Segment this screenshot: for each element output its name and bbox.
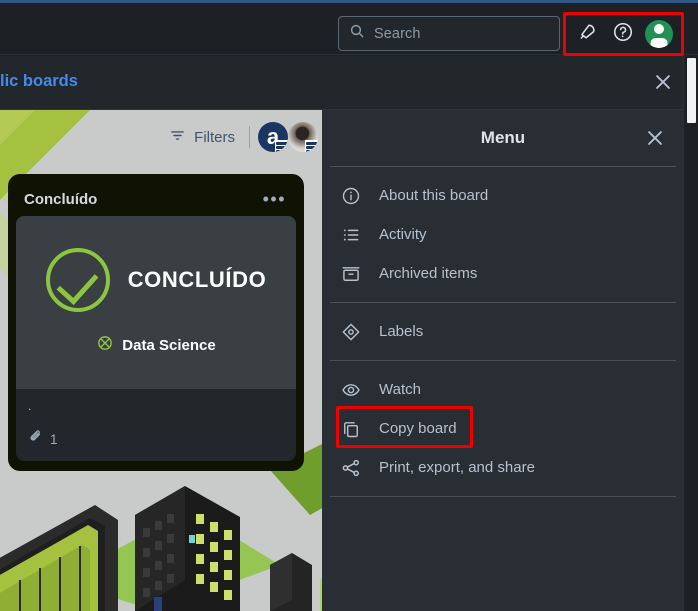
card-title: . bbox=[28, 399, 32, 413]
info-circle-icon bbox=[340, 185, 362, 207]
list-header: Concluído ••• bbox=[16, 182, 296, 216]
activity-list-icon bbox=[340, 224, 362, 246]
paperclip-icon bbox=[28, 429, 43, 449]
menu-divider bbox=[330, 496, 676, 497]
filters-label: Filters bbox=[194, 128, 235, 146]
menu-item-label: Archived items bbox=[379, 265, 478, 282]
check-circle-icon bbox=[45, 248, 110, 312]
menu-title: Menu bbox=[480, 128, 526, 147]
board-menu-panel: Menu About this board Activity Archived … bbox=[322, 110, 684, 611]
card-cover-subtitle: Data Science bbox=[122, 337, 216, 354]
share-nodes-icon bbox=[340, 457, 362, 479]
card-badges: 1 bbox=[28, 429, 286, 449]
search-input[interactable]: Search bbox=[338, 16, 560, 51]
search-icon bbox=[349, 23, 365, 44]
menu-item-label: Activity bbox=[379, 226, 427, 243]
archive-box-icon bbox=[340, 263, 362, 285]
card-cover: CONCLUÍDO Data Science bbox=[16, 216, 296, 389]
member-avatar-photo[interactable] bbox=[288, 122, 318, 152]
notifications-button[interactable] bbox=[573, 20, 601, 48]
banner-link[interactable]: lic boards bbox=[0, 72, 78, 91]
eye-watch-icon bbox=[340, 379, 362, 401]
public-boards-banner: lic boards bbox=[0, 56, 698, 110]
menu-group-board: About this board Activity Archived items bbox=[322, 167, 684, 302]
close-icon bbox=[648, 131, 662, 145]
global-topbar: Search bbox=[0, 3, 698, 56]
menu-header: Menu bbox=[322, 110, 684, 166]
help-button[interactable] bbox=[609, 20, 637, 48]
close-icon bbox=[652, 71, 674, 98]
menu-item-print-export-share[interactable]: Print, export, and share bbox=[322, 448, 684, 487]
label-tag-icon bbox=[340, 321, 362, 343]
premium-badge-icon bbox=[305, 140, 318, 152]
board-members: a bbox=[258, 122, 318, 152]
premium-badge-icon bbox=[275, 140, 288, 152]
banner-close-button[interactable] bbox=[648, 69, 678, 99]
page-scrollbar[interactable] bbox=[684, 56, 698, 611]
filter-icon bbox=[169, 127, 186, 148]
menu-item-watch[interactable]: Watch bbox=[322, 370, 684, 409]
menu-item-about-this-board[interactable]: About this board bbox=[322, 176, 684, 215]
list-title: Concluído bbox=[24, 190, 98, 208]
notification-bell-icon bbox=[577, 21, 598, 47]
search-placeholder-text: Search bbox=[374, 25, 421, 42]
page-scrollbar-thumb[interactable] bbox=[687, 58, 696, 123]
menu-item-labels[interactable]: Labels bbox=[322, 312, 684, 351]
toolbar-divider bbox=[249, 126, 250, 148]
menu-item-label: Watch bbox=[379, 381, 421, 398]
help-circle-icon bbox=[612, 21, 634, 48]
app-root: Search lic boards Filters a Concluído ••… bbox=[0, 0, 698, 611]
atom-icon bbox=[96, 334, 114, 357]
menu-item-label: About this board bbox=[379, 187, 489, 204]
filters-button[interactable]: Filters bbox=[163, 123, 241, 152]
menu-item-label: Labels bbox=[379, 323, 424, 340]
board-list-column: Concluído ••• CONCLUÍDO Data Science . 1 bbox=[8, 174, 304, 471]
account-avatar-icon bbox=[645, 20, 673, 48]
menu-item-label: Print, export, and share bbox=[379, 459, 535, 476]
menu-item-activity[interactable]: Activity bbox=[322, 215, 684, 254]
attachment-count: 1 bbox=[50, 431, 58, 447]
account-button[interactable] bbox=[645, 20, 673, 48]
topbar-action-group bbox=[566, 16, 680, 52]
menu-item-archived-items[interactable]: Archived items bbox=[322, 254, 684, 293]
board-canvas: Filters a Concluído ••• CONCLUÍDO Data S… bbox=[0, 110, 322, 611]
menu-close-button[interactable] bbox=[640, 123, 670, 153]
menu-group-actions: Watch Copy board Print, export, and shar… bbox=[322, 361, 684, 496]
board-card[interactable]: CONCLUÍDO Data Science . 1 bbox=[16, 216, 296, 461]
menu-item-copy-board[interactable]: Copy board bbox=[322, 409, 684, 448]
menu-group-labels: Labels bbox=[322, 303, 684, 360]
member-avatar-initial[interactable]: a bbox=[258, 122, 288, 152]
card-cover-title: CONCLUÍDO bbox=[127, 267, 267, 292]
menu-item-label: Copy board bbox=[379, 420, 457, 437]
copy-board-icon bbox=[340, 418, 362, 440]
list-actions-dots-icon[interactable]: ••• bbox=[259, 190, 290, 208]
board-toolbar: Filters a bbox=[0, 110, 322, 164]
card-body: . 1 bbox=[16, 389, 296, 461]
